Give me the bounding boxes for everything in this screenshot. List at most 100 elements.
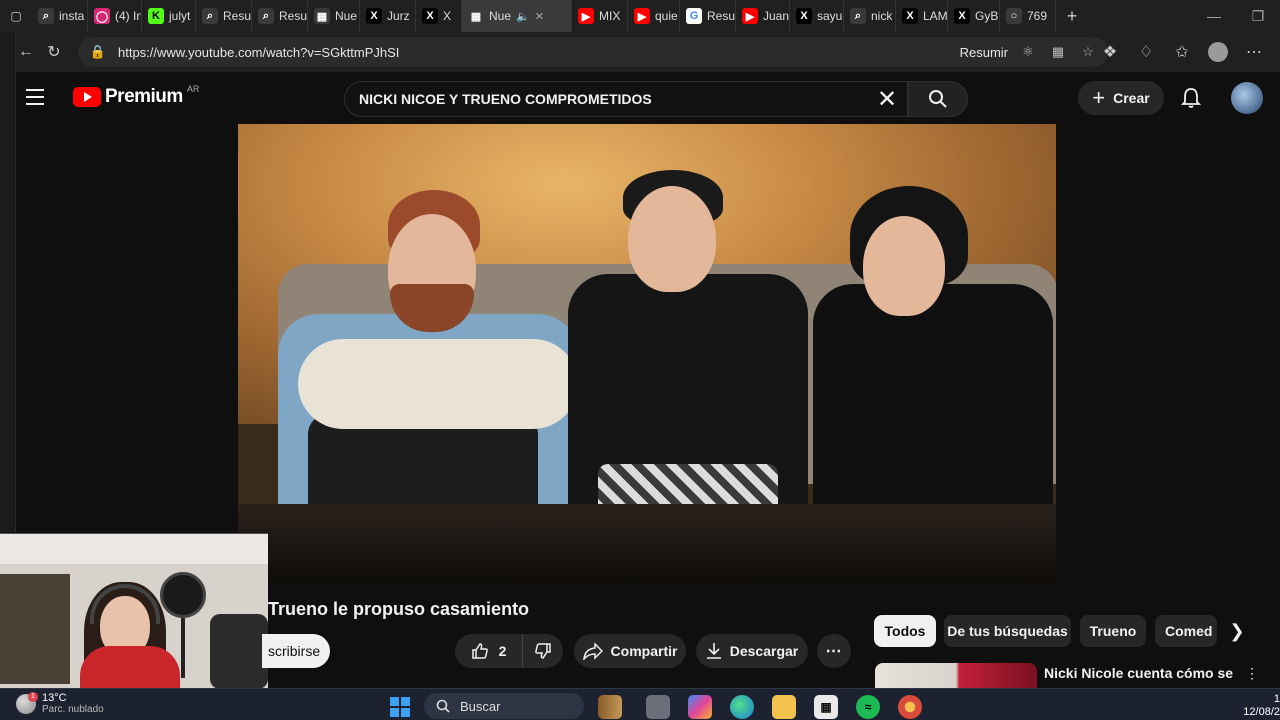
chip-trueno[interactable]: Trueno — [1080, 615, 1146, 647]
search-icon: ⌕ — [38, 8, 54, 24]
like-count: 2 — [498, 643, 507, 659]
browser-tab[interactable]: ▶ Juan — [736, 0, 790, 32]
task-view-icon[interactable] — [646, 695, 670, 719]
summarize-icon[interactable]: ⚛ — [1018, 42, 1038, 62]
browser-tab[interactable]: XX — [416, 0, 462, 32]
edge-browser-icon[interactable] — [730, 695, 754, 719]
copilot-icon[interactable] — [688, 695, 712, 719]
browser-essentials-icon[interactable]: ♢ — [1130, 36, 1162, 68]
thumbs-down-icon — [535, 643, 551, 659]
window-menu-icon[interactable]: ▢ — [0, 0, 32, 32]
side-panel-edge — [0, 32, 16, 532]
address-bar[interactable]: 🔒 https://www.youtube.com/watch?v=SGkttm… — [78, 37, 1108, 67]
thumbnails-app-icon[interactable] — [598, 695, 622, 719]
weather-description: Parc. nublado — [42, 704, 104, 715]
taskbar-search[interactable]: Buscar — [424, 693, 584, 719]
search-icon — [436, 699, 450, 713]
video-player[interactable] — [238, 124, 1056, 584]
chevron-right-icon[interactable]: ❯ — [1225, 617, 1249, 645]
x-icon: X — [796, 8, 812, 24]
favorites-icon[interactable]: ✩ — [1166, 36, 1198, 68]
minimize-icon[interactable]: — — [1192, 0, 1236, 32]
refresh-icon[interactable]: ↻ — [38, 36, 70, 68]
extensions-icon[interactable]: ❖ — [1094, 36, 1126, 68]
microsoft-store-icon[interactable]: ▦ — [814, 695, 838, 719]
youtube-logo-icon — [73, 87, 101, 107]
browser-tab[interactable]: ◯ (4) In — [88, 0, 142, 32]
search-button[interactable] — [908, 81, 968, 117]
clock-time: 1 — [1273, 693, 1280, 705]
browser-tab[interactable]: ⌕ Resu — [252, 0, 308, 32]
x-icon: X — [366, 8, 382, 24]
webcam-ceiling — [0, 534, 268, 564]
share-icon — [582, 642, 603, 660]
app-available-icon[interactable]: ▦ — [1048, 42, 1068, 62]
notifications-icon[interactable] — [1178, 85, 1204, 111]
download-button[interactable]: Descargar — [696, 634, 808, 668]
weather-temperature: 13°C — [42, 692, 67, 704]
create-button[interactable]: + Crear — [1078, 81, 1164, 115]
search-icon — [929, 90, 947, 108]
restore-icon[interactable]: ❐ — [1236, 0, 1280, 32]
browser-tab[interactable]: X Jurz — [360, 0, 416, 32]
windows-start-icon[interactable] — [390, 697, 410, 717]
browser-tab[interactable]: X LAM — [896, 0, 948, 32]
browser-tab[interactable]: ▶ MIX — [572, 0, 628, 32]
browser-tab[interactable]: ▶ quie — [628, 0, 680, 32]
clear-search-icon[interactable]: ✕ — [867, 82, 907, 116]
browser-tab[interactable]: ○ 769 — [1000, 0, 1056, 32]
browser-tab[interactable]: Xsayu — [790, 0, 844, 32]
youtube-icon: ▶ — [578, 8, 594, 24]
browser-tab[interactable]: ⌕ nick — [844, 0, 896, 32]
like-button[interactable]: 2 — [455, 634, 523, 668]
chip-de-tus-busquedas[interactable]: De tus búsquedas — [944, 615, 1071, 647]
new-tab-button[interactable]: + — [1056, 0, 1088, 32]
x-icon: X — [422, 8, 438, 24]
youtube-icon: ▶ — [634, 8, 650, 24]
youtube-premium-logo[interactable]: Premium AR — [73, 84, 199, 108]
browser-tab[interactable]: ⌕ insta — [32, 0, 88, 32]
browser-tab-active[interactable]: ▦ Nue 🔈 ✕ — [462, 0, 572, 32]
toolbar-right: ❖ ♢ ✩ ⋯ — [1094, 36, 1270, 68]
profile-icon[interactable] — [1202, 36, 1234, 68]
related-video-thumbnail[interactable] — [875, 663, 1037, 688]
system-clock[interactable]: 1 12/08/2 — [1232, 693, 1280, 719]
search-input[interactable]: NICKI NICOE Y TRUENO COMPROMETIDOS ✕ — [344, 81, 908, 117]
browser-tab[interactable]: ▦ Nue — [308, 0, 360, 32]
close-tab-icon[interactable]: ✕ — [535, 10, 544, 23]
webcam-fan — [160, 572, 206, 618]
lock-icon[interactable]: 🔒 — [88, 42, 108, 62]
more-vertical-icon[interactable]: ⋮ — [1244, 665, 1260, 682]
webcam-chair — [210, 614, 268, 688]
summarize-button[interactable]: Resumir — [960, 45, 1008, 60]
share-button[interactable]: Compartir — [574, 634, 686, 668]
youtube-header: Premium AR NICKI NICOE Y TRUENO COMPROME… — [16, 72, 1280, 124]
browser-tab[interactable]: Kjulyt — [142, 0, 196, 32]
chrome-canary-icon[interactable] — [898, 695, 922, 719]
search-query[interactable]: NICKI NICOE Y TRUENO COMPROMETIDOS — [359, 91, 867, 107]
file-explorer-icon[interactable] — [772, 695, 796, 719]
kick-icon: K — [148, 8, 164, 24]
browser-tab[interactable]: G Resu — [680, 0, 736, 32]
speaker-icon[interactable]: 🔈 — [516, 10, 530, 23]
menu-icon[interactable] — [26, 84, 52, 110]
subscribe-button[interactable]: scribirse — [262, 634, 330, 668]
dislike-button[interactable] — [523, 634, 563, 668]
weather-widget[interactable]: 1 13°C Parc. nublado — [16, 692, 104, 716]
browser-tab[interactable]: X GyBl — [948, 0, 1000, 32]
settings-more-icon[interactable]: ⋯ — [1238, 36, 1270, 68]
chip-comedia[interactable]: Comed — [1155, 615, 1217, 647]
webcam-fan-stand — [181, 618, 185, 678]
more-actions-button[interactable]: ⋯ — [817, 634, 851, 668]
browser-tab-strip: ▢ ⌕ insta ◯ (4) In Kjulyt ⌕ Resu ⌕ Resu ▦ Nue… — [0, 0, 1280, 32]
download-icon — [706, 643, 721, 659]
browser-tab[interactable]: ⌕ Resu — [196, 0, 252, 32]
spotify-icon[interactable]: ≈ — [856, 695, 880, 719]
related-video-title[interactable]: Nicki Nicole cuenta cómo se — [1044, 665, 1233, 681]
chip-todos[interactable]: Todos — [874, 615, 936, 647]
globe-icon: ○ — [1006, 8, 1022, 24]
url-text[interactable]: https://www.youtube.com/watch?v=SGkttmPJ… — [118, 45, 950, 60]
search-icon: ⌕ — [202, 8, 218, 24]
account-avatar[interactable] — [1231, 82, 1263, 114]
browser-toolbar: ← ↻ 🔒 https://www.youtube.com/watch?v=SG… — [16, 32, 1280, 72]
